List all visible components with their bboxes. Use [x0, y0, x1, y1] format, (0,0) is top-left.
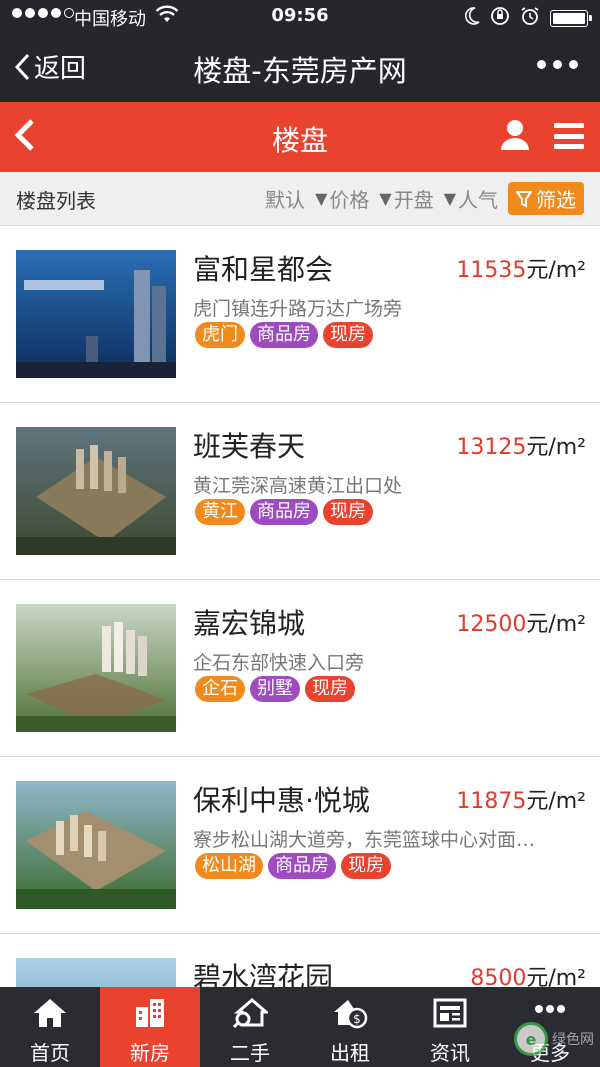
property-name: 保利中惠·悦城: [193, 784, 370, 817]
tag-status: 现房: [323, 322, 373, 348]
nav-rent[interactable]: $ 出租: [300, 987, 400, 1067]
property-name: 嘉宏锦城: [193, 607, 306, 640]
user-icon: [501, 120, 529, 150]
property-price: 12500元/m²: [456, 606, 586, 638]
alarm-icon: [520, 6, 540, 31]
sort-default[interactable]: 默认: [265, 184, 305, 213]
property-price: 13125元/m²: [456, 429, 586, 461]
rent-house-icon: $: [334, 1000, 368, 1029]
arrow-down-icon: ▼: [379, 189, 392, 208]
property-list: 富和星都会 11535元/m² 虎门镇连升路万达广场旁 虎门 商品房 现房 班芙…: [0, 226, 600, 1067]
property-thumbnail: [16, 781, 176, 909]
list-label: 楼盘列表: [16, 189, 96, 213]
arrow-down-icon: ▼: [315, 189, 328, 208]
wechat-navigation-bar: 返回 楼盘-东莞房产网: [0, 34, 600, 102]
nav-rent-label: 出租: [330, 1041, 370, 1065]
filter-button[interactable]: 筛选: [508, 182, 584, 215]
news-icon: [433, 998, 467, 1028]
price-value: 11535: [456, 258, 527, 283]
moon-icon: [464, 7, 480, 30]
home-icon: [34, 999, 66, 1027]
tag-status: 现房: [323, 499, 373, 525]
price-value: 12500: [456, 612, 527, 637]
filter-label: 筛选: [536, 188, 576, 212]
arrow-down-icon: ▼: [443, 189, 456, 208]
property-address: 虎门镇连升路万达广场旁: [193, 298, 403, 320]
site-header: 楼盘: [0, 102, 600, 172]
property-address: 寮步松山湖大道旁，东莞篮球中心对面…: [193, 829, 536, 851]
top-bar: 中国移动 09:56 返回 楼盘-东莞房产网: [0, 0, 600, 102]
nav-home-label: 首页: [30, 1041, 70, 1065]
sort-price[interactable]: ▼ 价格: [315, 184, 369, 213]
tag-status: 现房: [341, 853, 391, 879]
property-name: 富和星都会: [193, 253, 334, 286]
tag-type: 商品房: [250, 499, 318, 525]
property-thumbnail: [16, 604, 176, 732]
price-value: 13125: [456, 435, 527, 460]
tag-area: 企石: [195, 676, 245, 702]
nav-second-hand[interactable]: 二手: [200, 987, 300, 1067]
battery-icon: [550, 10, 592, 27]
list-item[interactable]: 嘉宏锦城 12500元/m² 企石东部快速入口旁 企石 别墅 现房: [0, 580, 600, 757]
sort-open-date[interactable]: ▼ 开盘: [379, 184, 433, 213]
tag-status: 现房: [305, 676, 355, 702]
funnel-icon: [516, 190, 532, 208]
property-thumbnail: [16, 427, 176, 555]
property-tags: 松山湖 商品房 现房: [195, 853, 391, 879]
rotation-lock-icon: [490, 6, 510, 31]
property-tags: 虎门 商品房 现房: [195, 322, 373, 348]
property-name: 班芙春天: [193, 430, 306, 463]
status-bar: 中国移动 09:56: [0, 0, 600, 34]
sort-popular-label: 人气: [458, 188, 498, 212]
list-item[interactable]: 保利中惠·悦城 11875元/m² 寮步松山湖大道旁，东莞篮球中心对面… 松山湖…: [0, 757, 600, 934]
nav-home[interactable]: 首页: [0, 987, 100, 1067]
property-price: 11875元/m²: [456, 783, 586, 815]
page-title: 楼盘-东莞房产网: [193, 54, 407, 88]
price-unit: 元/m²: [526, 258, 586, 283]
price-unit: 元/m²: [526, 435, 586, 460]
nav-new-homes-label: 新房: [130, 1041, 170, 1065]
bottom-navigation: 首页 新房 二手 $ 出租 资讯 更多: [0, 987, 600, 1067]
nav-news[interactable]: 资讯: [400, 987, 500, 1067]
leaf-logo-icon: e: [514, 1022, 548, 1056]
property-tags: 企石 别墅 现房: [195, 676, 355, 702]
watermark-logo: e 绿色网: [514, 1022, 594, 1056]
tag-area: 黄江: [195, 499, 245, 525]
sort-open-label: 开盘: [393, 188, 434, 212]
tag-type: 别墅: [250, 676, 300, 702]
tag-type: 商品房: [268, 853, 336, 879]
house-search-icon: [232, 998, 268, 1029]
menu-button[interactable]: [554, 123, 584, 149]
property-address: 企石东部快速入口旁: [193, 652, 365, 674]
watermark-text: 绿色网: [552, 1032, 594, 1048]
sort-popularity[interactable]: ▼ 人气: [444, 184, 498, 213]
more-options-button[interactable]: [537, 60, 578, 69]
nav-second-hand-label: 二手: [230, 1041, 270, 1065]
svg-text:$: $: [353, 1012, 361, 1026]
user-account-button[interactable]: [500, 119, 530, 155]
property-thumbnail: [16, 250, 176, 378]
nav-new-homes[interactable]: 新房: [100, 987, 200, 1067]
sort-price-label: 价格: [329, 188, 370, 212]
list-item[interactable]: 班芙春天 13125元/m² 黄江莞深高速黄江出口处 黄江 商品房 现房: [0, 403, 600, 580]
sort-filter-bar: 楼盘列表 默认 ▼ 价格 ▼ 开盘 ▼ 人气 筛选: [0, 172, 600, 226]
building-icon: [136, 999, 164, 1027]
nav-news-label: 资讯: [430, 1041, 470, 1065]
tag-area: 松山湖: [195, 853, 263, 879]
price-value: 11875: [456, 789, 527, 814]
property-tags: 黄江 商品房 现房: [195, 499, 373, 525]
tag-type: 商品房: [250, 322, 318, 348]
tag-area: 虎门: [195, 322, 245, 348]
property-address: 黄江莞深高速黄江出口处: [193, 475, 403, 497]
price-unit: 元/m²: [526, 612, 586, 637]
price-unit: 元/m²: [526, 789, 586, 814]
list-item[interactable]: 富和星都会 11535元/m² 虎门镇连升路万达广场旁 虎门 商品房 现房: [0, 226, 600, 403]
property-price: 11535元/m²: [456, 252, 586, 284]
